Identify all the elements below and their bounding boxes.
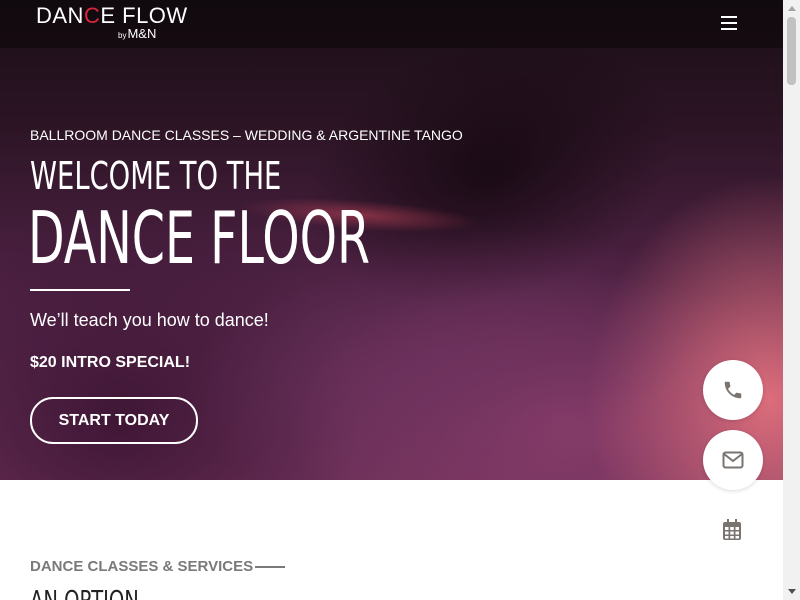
logo-subtitle: byM&N bbox=[118, 26, 156, 41]
scroll-up-arrow-icon[interactable] bbox=[783, 0, 800, 17]
site-header: DANCE FLOW byM&N bbox=[0, 0, 783, 48]
services-eyebrow-rule bbox=[255, 566, 285, 568]
hero-eyebrow: BALLROOM DANCE CLASSES – WEDDING & ARGEN… bbox=[30, 127, 463, 143]
services-eyebrow: DANCE CLASSES & SERVICES bbox=[30, 558, 254, 575]
logo-sub-by: by bbox=[118, 31, 127, 40]
site-logo[interactable]: DANCE FLOW byM&N bbox=[36, 5, 188, 42]
hero-title-divider bbox=[30, 289, 130, 291]
page: BALLROOM DANCE CLASSES – WEDDING & ARGEN… bbox=[0, 0, 783, 600]
envelope-icon bbox=[722, 451, 744, 469]
logo-sub-name: M&N bbox=[127, 26, 157, 41]
logo-wordmark: DANCE FLOW bbox=[36, 5, 188, 27]
hamburger-menu-icon[interactable] bbox=[718, 12, 740, 34]
services-heading: AN OPTION bbox=[30, 584, 139, 600]
hero-section: BALLROOM DANCE CLASSES – WEDDING & ARGEN… bbox=[0, 0, 783, 480]
scroll-down-arrow-icon[interactable] bbox=[783, 583, 800, 600]
logo-text-accent: C bbox=[83, 3, 101, 28]
vertical-scrollbar[interactable] bbox=[783, 0, 800, 600]
hero-title-line2: DANCE FLOOR bbox=[28, 196, 371, 280]
hero-tagline: We’ll teach you how to dance! bbox=[30, 310, 269, 330]
call-button[interactable] bbox=[703, 360, 763, 420]
start-today-button[interactable]: START TODAY bbox=[30, 397, 198, 444]
start-today-label: START TODAY bbox=[58, 411, 170, 429]
logo-text-start: DAN bbox=[36, 3, 84, 28]
calendar-icon bbox=[723, 519, 741, 540]
scrollbar-thumb[interactable] bbox=[787, 17, 796, 85]
hero-intro-special: $20 INTRO SPECIAL! bbox=[30, 354, 191, 371]
calendar-button[interactable] bbox=[722, 519, 744, 541]
phone-icon bbox=[724, 381, 742, 399]
email-button[interactable] bbox=[703, 430, 763, 490]
logo-text-end: E FLOW bbox=[100, 3, 188, 28]
